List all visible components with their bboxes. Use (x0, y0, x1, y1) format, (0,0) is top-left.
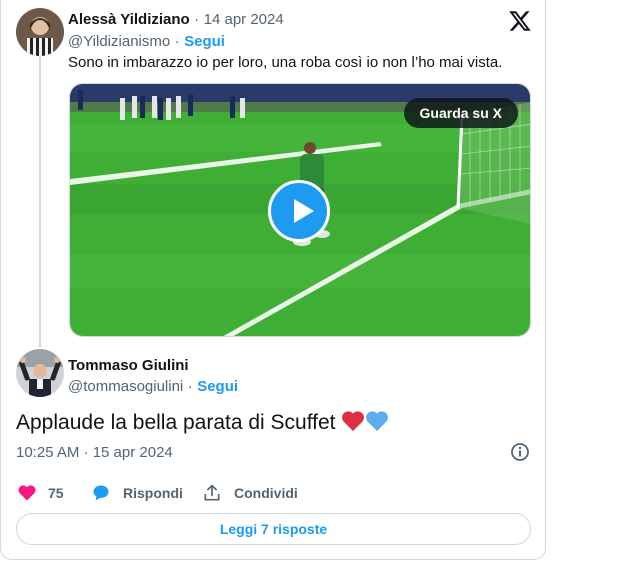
blue-heart-icon (366, 411, 389, 431)
share-button[interactable]: Condividi (202, 481, 298, 505)
x-logo-icon[interactable] (508, 9, 532, 33)
tweet-handle-row: @tommasogiulini · Segui (68, 378, 238, 396)
tweet-text: Applaude la bella parata di Scuffet (16, 411, 336, 434)
separator: · (174, 33, 180, 50)
watch-on-x-button[interactable]: Guarda su X (403, 98, 518, 128)
thread-line (39, 56, 41, 347)
tweet-handle[interactable]: @tommasogiulini (68, 378, 183, 395)
tweet-text-row: Applaude la bella parata di Scuffet (16, 410, 389, 435)
like-count: 75 (48, 485, 64, 501)
read-replies-button[interactable]: Leggi 7 risposte (16, 513, 531, 545)
tweet-author-name[interactable]: Tommaso Giulini (68, 357, 189, 375)
reply-bubble-icon (93, 485, 109, 501)
play-icon[interactable] (268, 180, 330, 242)
info-icon[interactable] (510, 442, 530, 462)
quoted-date[interactable]: 14 apr 2024 (204, 11, 284, 28)
separator: · (187, 378, 193, 395)
quoted-handle-row: @Yildizianismo · Segui (68, 33, 225, 51)
tweet-timestamp[interactable]: 10:25 AM · 15 apr 2024 (16, 444, 173, 461)
quoted-tweet-text: Sono in imbarazzo io per loro, una roba … (68, 54, 503, 71)
share-label: Condividi (234, 485, 298, 501)
follow-button-tommaso[interactable]: Segui (197, 378, 238, 395)
tweet-card: Alessà Yildiziano · 14 apr 2024 @Yildizi… (0, 0, 546, 560)
follow-button-alessa[interactable]: Segui (184, 33, 225, 50)
avatar-alessa[interactable] (16, 8, 64, 56)
quoted-header: Alessà Yildiziano · 14 apr 2024 (68, 11, 284, 29)
reply-button[interactable]: Rispondi (91, 481, 183, 505)
like-button[interactable]: 75 (17, 481, 64, 505)
heart-icon (18, 485, 36, 501)
avatar-tommaso[interactable] (16, 349, 64, 397)
quoted-author-name[interactable]: Alessà Yildiziano (68, 11, 190, 28)
video-media[interactable]: Guarda su X (69, 83, 531, 337)
share-icon (204, 484, 220, 501)
quoted-handle[interactable]: @Yildizianismo (68, 33, 170, 50)
separator: · (194, 11, 200, 28)
reply-label: Rispondi (123, 485, 183, 501)
red-heart-icon (342, 411, 365, 431)
